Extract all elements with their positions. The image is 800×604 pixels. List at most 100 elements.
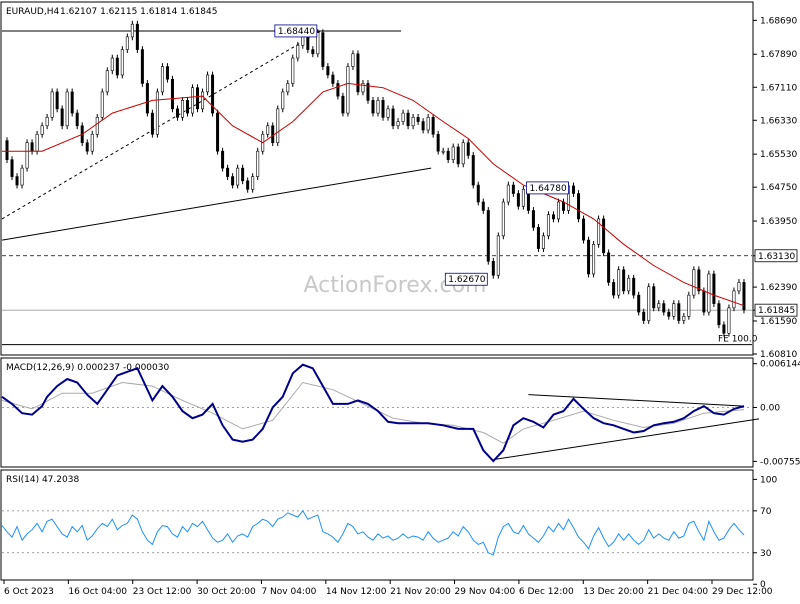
bullish-candle bbox=[501, 201, 505, 237]
bullish-candle bbox=[592, 244, 596, 275]
bearish-candle bbox=[30, 142, 34, 152]
bearish-candle bbox=[55, 91, 59, 110]
price-y-axis: 1.68690 1.67890 1.67110 1.66330 1.65530 1.647… bbox=[753, 16, 797, 360]
time-tick-label: 29 Dec 12:00 bbox=[712, 587, 773, 597]
bullish-candle bbox=[376, 100, 380, 114]
bullish-candle bbox=[266, 125, 270, 135]
bullish-candle bbox=[411, 117, 415, 127]
bearish-candle bbox=[722, 324, 726, 334]
time-tick-label: 23 Oct 12:00 bbox=[133, 587, 192, 597]
rsi-tick-label: 70 bbox=[760, 507, 772, 517]
bullish-candle bbox=[45, 117, 49, 127]
price-tick-label: 1.68690 bbox=[760, 16, 797, 26]
bullish-candle bbox=[546, 214, 550, 237]
price-tick-label: 1.64750 bbox=[760, 183, 797, 193]
bearish-candle bbox=[572, 185, 576, 194]
bullish-candle bbox=[541, 235, 545, 249]
bearish-candle bbox=[371, 100, 375, 114]
bearish-candle bbox=[421, 121, 425, 131]
bullish-candle bbox=[40, 125, 44, 135]
macd-trendline bbox=[528, 394, 745, 407]
bullish-candle bbox=[251, 176, 255, 190]
bearish-candle bbox=[456, 146, 460, 165]
bearish-candle bbox=[145, 83, 149, 114]
bullish-candle bbox=[20, 167, 24, 186]
bullish-candle bbox=[105, 70, 109, 93]
bearish-candle bbox=[241, 167, 245, 182]
time-tick-label: 16 Oct 04:00 bbox=[68, 587, 127, 597]
bearish-candle bbox=[185, 100, 189, 114]
price-tick-label: 1.63950 bbox=[760, 217, 797, 227]
bullish-candle bbox=[521, 188, 525, 207]
bearish-candle bbox=[471, 155, 475, 186]
bearish-candle bbox=[216, 112, 220, 152]
time-tick-label: 6 Dec 12:00 bbox=[519, 587, 574, 597]
rsi-tick-label: 100 bbox=[760, 475, 777, 485]
bearish-candle bbox=[486, 210, 490, 262]
bearish-candle bbox=[231, 176, 235, 186]
bearish-candle bbox=[536, 227, 540, 249]
price-tick-label: 1.65530 bbox=[760, 150, 797, 160]
macd-panel: MACD(12,26,9) 0.000237 -0.000030 0.00614… bbox=[0, 357, 800, 468]
bullish-candle bbox=[647, 286, 651, 321]
price-tick-label: 1.61590 bbox=[760, 317, 797, 327]
bearish-candle bbox=[712, 273, 716, 304]
bearish-candle bbox=[115, 57, 119, 76]
time-tick-label: 21 Nov 20:00 bbox=[390, 587, 451, 597]
bullish-candle bbox=[737, 282, 741, 292]
bullish-candle bbox=[441, 150, 445, 153]
price-panel-border bbox=[0, 1, 754, 356]
bullish-candle bbox=[396, 121, 400, 127]
bearish-candle bbox=[491, 260, 495, 276]
bearish-candle bbox=[135, 23, 139, 50]
bullish-candle bbox=[191, 87, 195, 114]
time-tick-label: 29 Nov 04:00 bbox=[455, 587, 516, 597]
time-tick-label: 14 Nov 12:00 bbox=[326, 587, 387, 597]
bullish-candle bbox=[130, 23, 134, 38]
rsi-panel: RSI(14) 47.2038 10070300 bbox=[0, 469, 777, 590]
bullish-candle bbox=[256, 150, 260, 177]
bearish-candle bbox=[336, 83, 340, 97]
bearish-candle bbox=[356, 53, 360, 93]
rsi-grid bbox=[2, 510, 752, 554]
bullish-candle bbox=[556, 201, 560, 220]
price-panel: ActionForex.com EURAUD,H4 1.62107 1.6211… bbox=[0, 1, 797, 360]
bullish-candle bbox=[291, 57, 295, 84]
bearish-candle bbox=[637, 294, 641, 313]
bearish-candle bbox=[551, 214, 555, 220]
level-price-label: 1.61845 bbox=[758, 306, 795, 316]
bullish-candle bbox=[65, 91, 69, 127]
macd-tick-label: 0.00 bbox=[760, 404, 780, 414]
bearish-candle bbox=[677, 303, 681, 321]
bullish-candle bbox=[657, 303, 661, 309]
bullish-candle bbox=[346, 66, 350, 114]
bearish-candle bbox=[175, 108, 179, 118]
bearish-candle bbox=[622, 269, 626, 292]
bearish-candle bbox=[431, 117, 435, 135]
bullish-candle bbox=[236, 167, 240, 186]
bearish-candle bbox=[60, 108, 64, 127]
bearish-candle bbox=[717, 303, 721, 326]
bearish-candle bbox=[697, 269, 701, 292]
bearish-candle bbox=[436, 133, 440, 152]
bearish-candle bbox=[602, 218, 606, 254]
bearish-candle bbox=[70, 91, 74, 114]
bullish-candle bbox=[727, 307, 731, 334]
bearish-candle bbox=[577, 193, 581, 220]
bullish-candle bbox=[351, 53, 355, 67]
bullish-candle bbox=[206, 74, 210, 93]
bearish-candle bbox=[150, 112, 154, 135]
bearish-candle bbox=[221, 150, 225, 169]
bullish-candle bbox=[125, 36, 129, 50]
bullish-candle bbox=[296, 45, 300, 59]
bullish-candle bbox=[286, 83, 290, 93]
time-tick-label: 6 Oct 2023 bbox=[4, 587, 54, 597]
price-trendline bbox=[1, 167, 432, 241]
bullish-candle bbox=[386, 108, 390, 118]
bullish-candle bbox=[496, 235, 500, 276]
macd-title: MACD(12,26,9) 0.000237 -0.000030 bbox=[6, 363, 169, 373]
bearish-candle bbox=[226, 167, 230, 177]
bearish-candle bbox=[391, 108, 395, 127]
rsi-y-axis: 10070300 bbox=[753, 475, 777, 590]
bullish-candle bbox=[692, 269, 696, 296]
